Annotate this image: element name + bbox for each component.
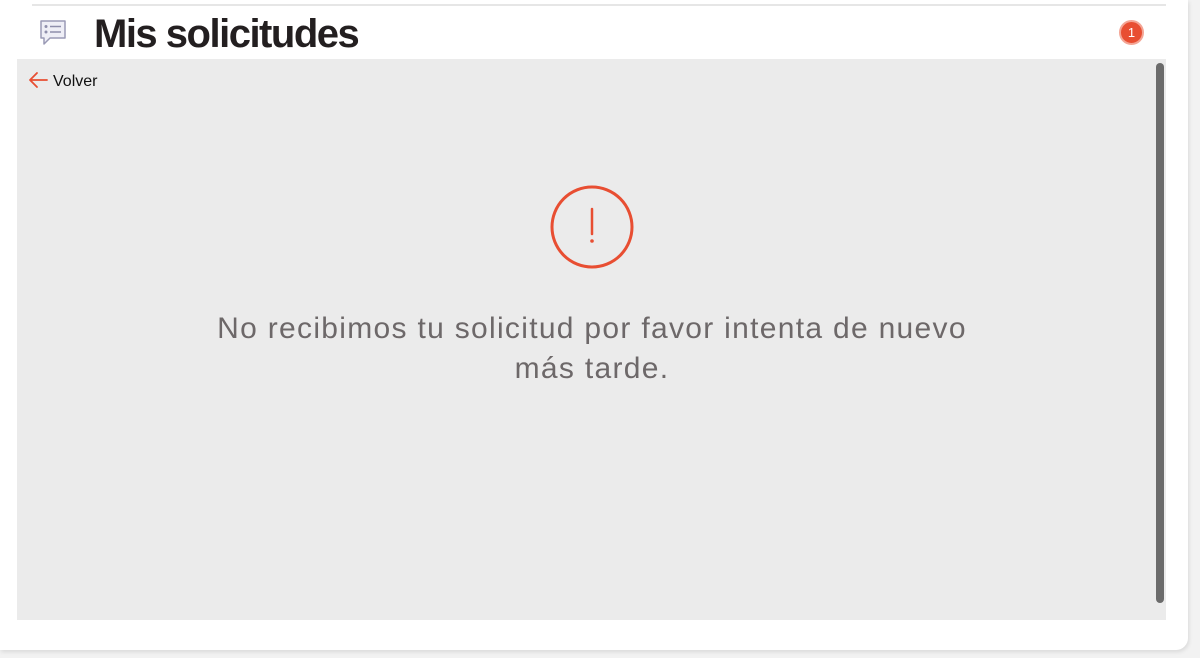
arrow-left-icon xyxy=(27,71,49,94)
request-list-icon xyxy=(38,19,68,47)
content-panel: Volver No recibimos tu solicitud por fav… xyxy=(17,59,1166,620)
back-button[interactable]: Volver xyxy=(27,71,97,93)
app-window: Mis solicitudes 1 Volver No recibimos tu… xyxy=(0,0,1188,650)
exclamation-circle-icon xyxy=(550,185,634,269)
page-title: Mis solicitudes xyxy=(94,12,360,56)
notification-badge[interactable]: 1 xyxy=(1119,20,1144,45)
header: Mis solicitudes 1 xyxy=(0,6,1188,59)
error-message: No recibimos tu solicitud por favor inte… xyxy=(217,312,967,385)
scrollbar[interactable] xyxy=(1156,63,1164,603)
back-label: Volver xyxy=(53,73,98,90)
